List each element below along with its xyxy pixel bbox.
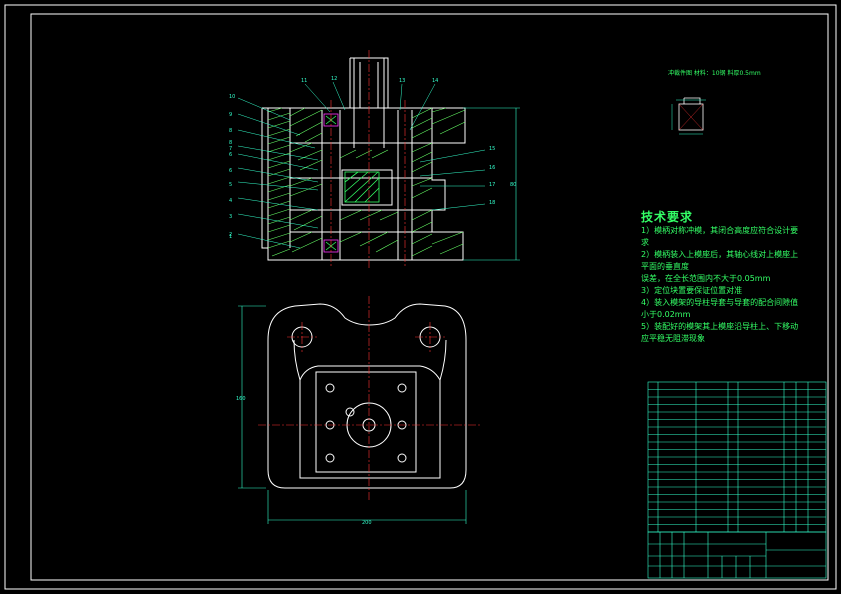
callout-12: 12	[331, 76, 337, 82]
dim-height: 80	[510, 182, 516, 188]
bom-table	[647, 381, 827, 579]
callout-13: 13	[399, 78, 405, 84]
tech-req-line: 应平稳无阻滞现象	[641, 334, 705, 343]
technical-requirements: 技术要求 1）模柄对称冲模，其闭合高度应符合设计要 求 2）模柄装入上模座后，其…	[641, 208, 826, 345]
tech-req-line: 3）定位块置要保证位置对准	[641, 286, 743, 295]
part-sketch	[671, 97, 706, 135]
callout-6b: 6	[229, 168, 232, 174]
tech-req-line: 平面的垂直度	[641, 262, 689, 271]
callout-11: 11	[301, 78, 307, 84]
callout-3: 3	[229, 214, 232, 220]
tech-req-line: 求	[641, 238, 649, 247]
tech-req-line: 1）模柄对称冲模，其闭合高度应符合设计要	[641, 226, 799, 235]
callout-1: 1	[229, 234, 232, 240]
tech-req-title: 技术要求	[641, 210, 694, 224]
section-view: 80 10 9 8 8 7 6 6 5 4 3 2 1 11 12 13 14 …	[229, 50, 520, 268]
callout-14: 14	[432, 78, 438, 84]
callout-9: 9	[229, 112, 232, 118]
callout-10: 10	[229, 94, 235, 100]
plan-view: 200 160	[236, 296, 480, 526]
callout-8a: 8	[229, 128, 232, 134]
dim-depth: 160	[236, 396, 246, 402]
tech-req-line: 5）装配好的模架其上模座沿导柱上、下移动	[641, 322, 799, 331]
tech-req-line: 4）装入模架的导柱导套与导套的配合间隙值	[641, 298, 799, 307]
part-header: 冲裁件图 材料：10钢 料厚0.5mm	[668, 70, 761, 77]
callout-15: 15	[489, 146, 495, 152]
callout-5: 5	[229, 182, 232, 188]
tech-req-line: 小于0.02mm	[641, 310, 691, 319]
callout-6a: 6	[229, 152, 232, 158]
tech-req-line: 误差，在全长范围内不大于0.05mm	[641, 274, 771, 283]
callout-4: 4	[229, 198, 232, 204]
callout-16: 16	[489, 165, 495, 171]
dim-width: 200	[362, 520, 372, 526]
callout-18: 18	[489, 200, 495, 206]
tech-req-line: 2）模柄装入上模座后，其轴心线对上模座上	[641, 250, 799, 259]
callout-17: 17	[489, 182, 495, 188]
